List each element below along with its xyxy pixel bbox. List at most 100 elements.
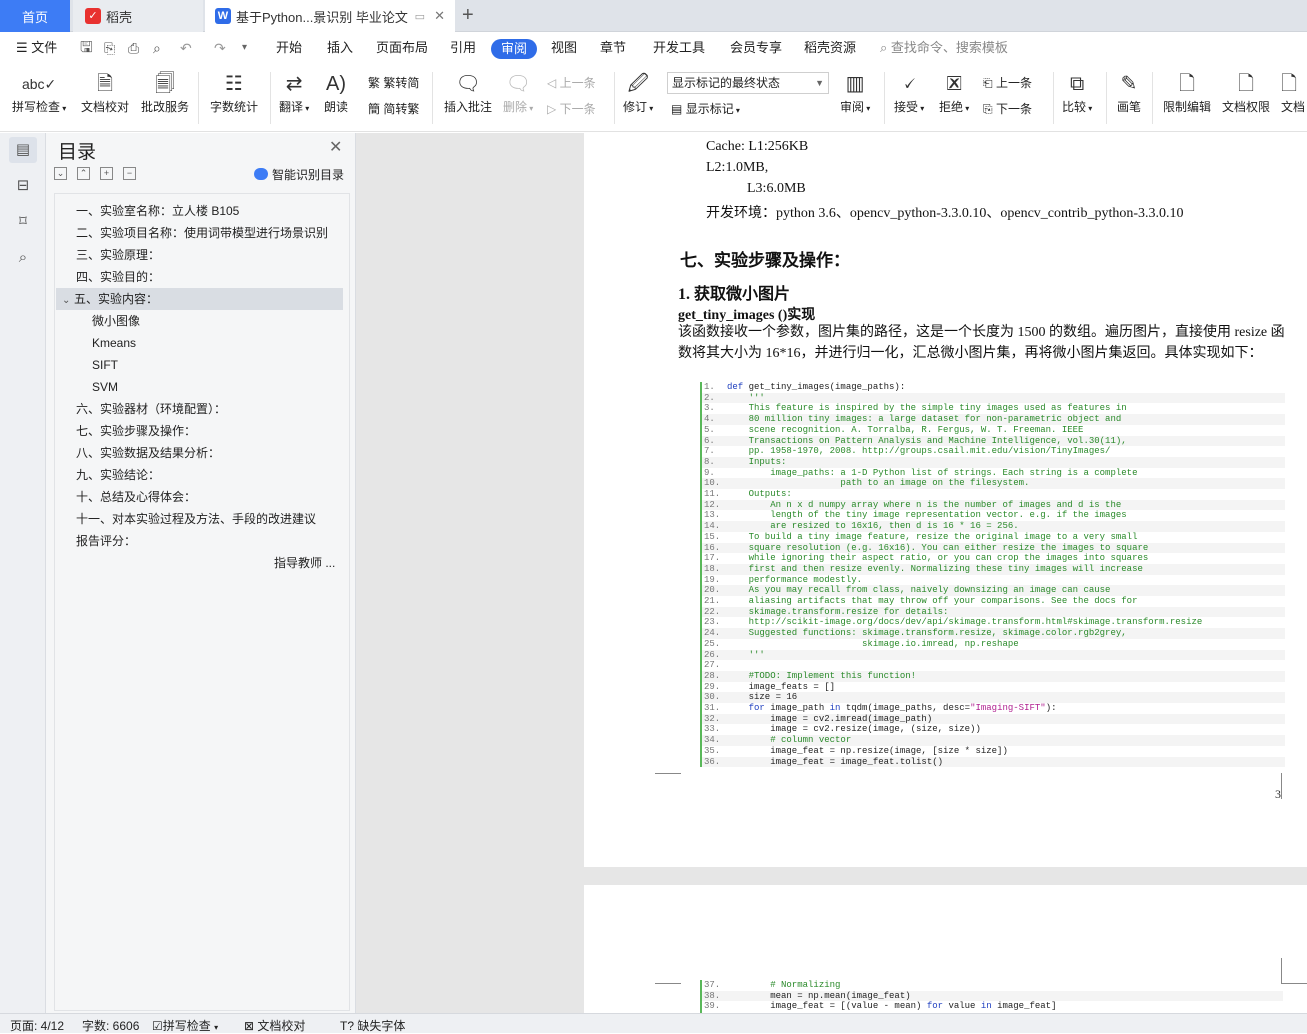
file-menu[interactable]: ☰ 文件 [16, 33, 57, 63]
read-aloud-icon: A) [326, 73, 346, 95]
line-number: 8. [704, 456, 715, 467]
doc-more-button[interactable]: 🗋 文档 [1281, 70, 1307, 115]
toc-item[interactable]: 报告评分： [56, 530, 343, 552]
accept-button[interactable]: 🗸 接受 ▾ [894, 70, 924, 115]
chevron-down-icon[interactable]: ⌄ [62, 290, 74, 310]
delete-comment-label: 删除 [503, 100, 528, 114]
redo-icon[interactable]: ↷ [214, 33, 226, 63]
pen-button[interactable]: ✎ 画笔 [1117, 70, 1141, 115]
menu-review[interactable]: 审阅 [491, 39, 538, 59]
chapter-nav-icon[interactable]: ⊟ [9, 173, 37, 199]
s2t-button[interactable]: 簡 简转繁 [368, 100, 419, 117]
insert-comment-button[interactable]: 🗨 插入批注 [444, 70, 492, 115]
toc-item[interactable]: 十、总结及心得体会： [56, 486, 343, 508]
read-aloud-button[interactable]: A) 朗读 [324, 70, 348, 115]
toc-item[interactable]: 九、实验结论： [56, 464, 343, 486]
menu-reference[interactable]: 引用 [450, 33, 476, 63]
code-line: 34. # column vector [702, 735, 1285, 746]
display-state-select[interactable]: 显示标记的最终状态 ▼ [667, 72, 829, 94]
s2t-icon: 簡 [368, 102, 381, 116]
track-changes-button[interactable]: 🖉 修订 ▾ [623, 70, 653, 115]
compare-button[interactable]: ⧉ 比较 ▾ [1062, 70, 1092, 115]
doc-check-button[interactable]: 🗎 文档校对 [81, 70, 129, 115]
toc-item[interactable]: Kmeans [56, 332, 343, 354]
line-number: 13. [704, 510, 721, 521]
toc-item[interactable]: 四、实验目的： [56, 266, 343, 288]
doc-permission-button[interactable]: 🗋 文档权限 [1222, 70, 1270, 115]
permission-doc-icon: 🗋 [1237, 73, 1255, 95]
export-icon[interactable]: ⎘ [104, 33, 115, 63]
word-count-button[interactable]: ☷ 字数统计 [210, 70, 258, 115]
expand-level-icon[interactable]: ⌃ [77, 167, 90, 180]
toc-item[interactable]: 三、实验原理： [56, 244, 343, 266]
toc-item[interactable]: 六、实验器材（环境配置）： [56, 398, 343, 420]
next-change-button[interactable]: ⎘ 下一条 [983, 100, 1032, 117]
review-pane-button[interactable]: ▥ 审阅 ▾ [840, 70, 870, 115]
delete-comment-button[interactable]: 🗨 删除 ▾ [503, 70, 533, 115]
word-count-indicator[interactable]: 字数: 6606 [82, 1017, 139, 1034]
expand-all-icon[interactable]: + [100, 167, 113, 180]
toc-pane-icon[interactable]: ▤ [9, 137, 37, 163]
menu-layout[interactable]: 页面布局 [376, 33, 428, 63]
page-indicator[interactable]: 页面: 4/12 [10, 1017, 64, 1034]
toc-item[interactable]: 八、实验数据及结果分析： [56, 442, 343, 464]
reject-button[interactable]: 🗷 拒绝 ▾ [939, 70, 969, 115]
save-icon[interactable]: 🖫 [80, 33, 93, 63]
code-line: 37. # Normalizing [702, 980, 1283, 991]
collapse-level-icon[interactable]: ⌄ [54, 167, 67, 180]
function-title: get_tiny_images ()实现 [678, 308, 816, 323]
bookmark-icon[interactable]: ⌑ [9, 209, 37, 235]
toc-item[interactable]: ⌄ 五、实验内容： [56, 288, 343, 310]
t2s-button[interactable]: 繁 繁转简 [368, 74, 419, 91]
prev-comment-button[interactable]: ◁ 上一条 [547, 74, 596, 91]
pin-icon[interactable]: ▭ [415, 10, 425, 23]
restrict-edit-button[interactable]: 🗋 限制编辑 [1163, 70, 1211, 115]
toc-item[interactable]: 二、实验项目名称：使用词带模型进行场景识别 [56, 222, 343, 244]
line-number: 12. [704, 499, 721, 510]
undo-icon[interactable]: ↶ [180, 33, 192, 63]
smart-toc-button[interactable]: 智能识别目录 [254, 166, 344, 183]
missing-font-indicator[interactable]: T? 缺失字体 [340, 1017, 405, 1034]
toc-item[interactable]: 七、实验步骤及操作： [56, 420, 343, 442]
code-text: image_feat = np.resize(image, [size * si… [727, 745, 1008, 756]
menu-daoke-resources[interactable]: 稻壳资源 [804, 33, 856, 63]
print-icon[interactable]: ⎙ [128, 33, 139, 63]
preview-icon[interactable]: ⌕ [153, 33, 161, 63]
toc-item[interactable]: 一、实验室名称：立人楼 B105 [56, 200, 343, 222]
menu-devtools[interactable]: 开发工具 [653, 33, 705, 63]
spell-check-button[interactable]: abc✓ 拼写检查 ▾ [12, 70, 66, 115]
menu-insert[interactable]: 插入 [327, 33, 353, 63]
translate-button[interactable]: ⇄ 翻译 ▾ [279, 70, 309, 115]
batch-service-button[interactable]: 🗐 批改服务 [141, 70, 189, 115]
close-icon[interactable]: ✕ [329, 137, 342, 157]
tab-home[interactable]: 首页 [0, 0, 70, 32]
command-search[interactable]: ⌕ 查找命令、搜索模板 [880, 33, 1008, 63]
toc-item[interactable]: 十一、对本实验过程及方法、手段的改进建议 [56, 508, 343, 530]
collapse-all-icon[interactable]: − [123, 167, 136, 180]
new-tab-button[interactable]: + [462, 4, 474, 27]
status-doc-check[interactable]: ⊠ 文档校对 [244, 1017, 305, 1034]
tab-daoke[interactable]: ✓ 稻壳 [73, 0, 203, 32]
code-text: for image_path in tqdm(image_paths, desc… [748, 703, 1057, 713]
close-tab-icon[interactable]: ✕ [434, 8, 445, 24]
quick-access-dropdown-icon[interactable]: ▾ [242, 33, 247, 63]
menu-view[interactable]: 视图 [551, 33, 577, 63]
show-marks-button[interactable]: ▤ 显示标记 ▾ [671, 100, 740, 117]
section-heading-steps: 七、实验步骤及操作： [680, 251, 850, 270]
line-number: 6. [704, 435, 715, 446]
code-text: size = 16 [727, 692, 798, 703]
prev-change-button[interactable]: ⎗ 上一条 [983, 74, 1032, 91]
status-spell-check[interactable]: ☑拼写检查 ▾ [152, 1017, 218, 1034]
daoke-icon: ✓ [85, 8, 101, 24]
toc-item[interactable]: SIFT [56, 354, 343, 376]
search-icon[interactable]: ⌕ [9, 245, 37, 271]
menu-chapter[interactable]: 章节 [600, 33, 626, 63]
toc-item[interactable]: SVM [56, 376, 343, 398]
toc-item[interactable]: 微小图像 [56, 310, 343, 332]
menu-start[interactable]: 开始 [276, 33, 302, 63]
next-comment-button[interactable]: ▷ 下一条 [547, 100, 596, 117]
tab-document[interactable]: W 基于Python...景识别 毕业论文 ▭ ✕ [205, 0, 455, 32]
toc-item[interactable]: 指导教师 ... [56, 552, 343, 574]
line-number: 14. [704, 521, 721, 532]
menu-member[interactable]: 会员专享 [730, 33, 782, 63]
